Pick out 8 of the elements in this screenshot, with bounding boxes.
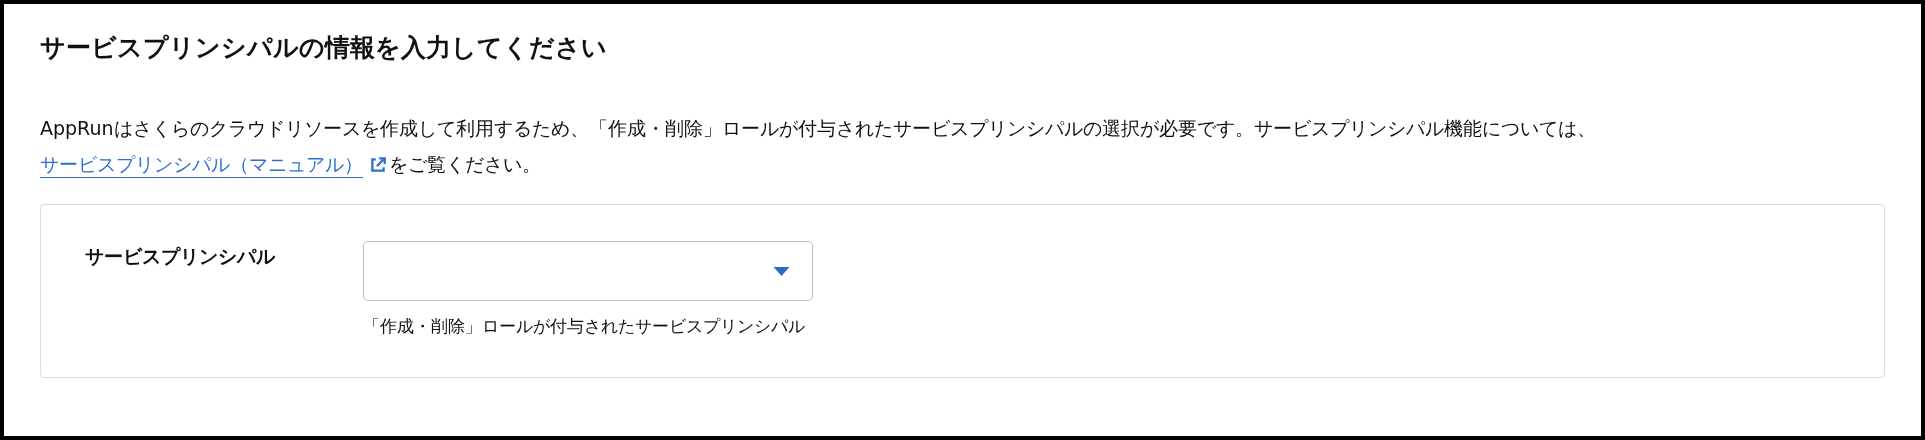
external-link-icon xyxy=(369,156,387,174)
help-text: 「作成・削除」ロールが付与されたサービスプリンシパル xyxy=(363,315,806,338)
description-text: AppRunはさくらのクラウドリソースを作成して利用するため、「作成・削除」ロールが付与されたサービスプリンシパルの選択が必要です。サービスプリンシパル機能については、 サービスプリンシパル（マニュアル） をご覧ください。 xyxy=(40,116,1597,177)
section-title: サービスプリンシパルの情報を入力してください xyxy=(40,32,608,64)
select-field[interactable] xyxy=(363,241,813,301)
field-label: サービスプリンシパル xyxy=(85,244,276,269)
caret-icon xyxy=(773,266,790,276)
manual-link[interactable]: サービスプリンシパル（マニュアル） xyxy=(40,153,363,175)
